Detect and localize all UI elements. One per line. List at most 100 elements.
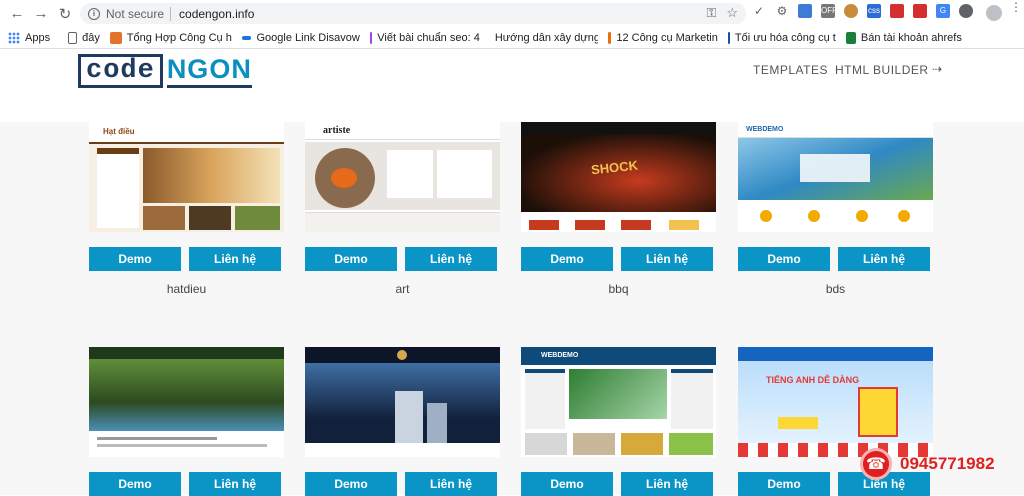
template-name: bbq — [608, 282, 629, 296]
forward-arrow-icon[interactable]: → — [30, 3, 52, 25]
template-card: Demo Liên hệ — [305, 347, 500, 496]
demo-button[interactable]: Demo — [738, 247, 830, 271]
demo-button[interactable]: Demo — [305, 472, 397, 496]
thumb-text-line — [97, 444, 267, 447]
thumb-header — [521, 122, 716, 134]
thumb-building — [427, 403, 447, 443]
thumb-icon — [808, 210, 820, 222]
bookmark-item[interactable]: Apps — [8, 31, 50, 44]
square-extension-icon[interactable] — [913, 4, 927, 18]
template-thumbnail[interactable]: WEBDEMO — [521, 347, 716, 457]
nav-templates[interactable]: TEMPLATES — [753, 63, 828, 77]
thumb-product — [235, 206, 280, 230]
address-bar[interactable]: i Not secure codengon.info ⚿ ☆ — [80, 3, 746, 24]
contact-button[interactable]: Liên hệ — [189, 472, 281, 496]
thumb-icon — [856, 210, 868, 222]
bookmark-item[interactable]: 12 Công cụ Marketin — [607, 31, 718, 44]
thumb-price — [621, 220, 651, 230]
thumb-icon — [760, 210, 772, 222]
bookmark-item[interactable]: Hướng dẫn xây dựng — [490, 32, 598, 44]
template-thumbnail[interactable] — [305, 347, 500, 457]
browser-chrome: ← → ↻ i Not secure codengon.info ⚿ ☆ ✓ ⚙… — [0, 0, 1024, 50]
bookmark-item[interactable]: Viết bài chuẩn seo: 4 — [369, 31, 480, 44]
profile-avatar-icon[interactable] — [986, 5, 1002, 21]
thumb-product — [669, 433, 713, 455]
bookmark-item[interactable]: Bán tài khoản ahrefs — [845, 31, 962, 44]
back-arrow-icon[interactable]: ← — [6, 3, 28, 25]
demo-button[interactable]: Demo — [738, 472, 830, 496]
info-icon[interactable]: i — [88, 7, 100, 20]
bookmark-item[interactable]: đây — [68, 31, 100, 44]
nav-html-builder[interactable]: HTML BUILDER — [835, 63, 929, 77]
thumb-logo-text: Hạt điều — [103, 127, 135, 136]
thumb-product — [143, 206, 185, 230]
template-thumbnail[interactable]: SHOCK — [521, 122, 716, 232]
template-thumbnail[interactable]: artiste — [305, 122, 500, 232]
thumb-logo-text: WEBDEMO — [541, 352, 579, 359]
bookmark-item[interactable]: Google Link Disavow — [241, 32, 360, 44]
bookmark-favicon-icon — [369, 31, 373, 44]
thumb-price — [575, 220, 605, 230]
bookmark-item[interactable]: Tổng Hợp Công Cụ h — [109, 31, 232, 44]
reload-icon[interactable]: ↻ — [54, 3, 76, 25]
thumb-banner — [143, 148, 280, 203]
thumb-book — [858, 387, 898, 437]
contact-button[interactable]: Liên hệ — [405, 247, 497, 271]
thumb-product — [525, 433, 567, 455]
key-icon[interactable]: ⚿ — [706, 5, 716, 21]
check-extension-icon[interactable]: ✓ — [752, 4, 766, 18]
browser-menu-icon[interactable]: ⋮ — [1010, 1, 1022, 13]
thumb-sidebar — [97, 148, 139, 228]
thumb-header — [89, 347, 284, 359]
bookmark-item[interactable]: Tối ưu hóa công cụ t — [727, 31, 836, 44]
login-icon[interactable]: ⇢ — [932, 62, 944, 76]
thumb-banner — [89, 359, 284, 431]
thumb-icon — [898, 210, 910, 222]
thumb-text-line — [97, 437, 217, 440]
demo-button[interactable]: Demo — [89, 472, 181, 496]
phone-icon[interactable]: ☎ — [860, 448, 892, 480]
page-icon — [68, 31, 78, 44]
demo-button[interactable]: Demo — [521, 247, 613, 271]
demo-button[interactable]: Demo — [305, 247, 397, 271]
contact-button[interactable]: Liên hệ — [838, 247, 930, 271]
template-name: hatdieu — [166, 282, 207, 296]
thumb-sidebar-right — [671, 369, 713, 429]
hotline-number[interactable]: 0945771982 — [900, 454, 995, 474]
bookmark-star-icon[interactable]: ☆ — [726, 5, 738, 21]
demo-button[interactable]: Demo — [89, 247, 181, 271]
thumb-text-block — [387, 150, 433, 198]
css-extension-icon[interactable]: css — [867, 4, 881, 18]
header-spacer — [0, 89, 1024, 122]
template-thumbnail[interactable] — [89, 347, 284, 457]
thumb-logo-text: artiste — [323, 125, 351, 136]
badge-extension-icon[interactable] — [959, 4, 973, 18]
gear-extension-icon[interactable]: ⚙ — [775, 4, 789, 18]
site-logo[interactable]: code NGON — [78, 52, 252, 88]
contact-button[interactable]: Liên hệ — [405, 472, 497, 496]
contact-button[interactable]: Liên hệ — [621, 247, 713, 271]
bookmarks-bar: Apps đây Tổng Hợp Công Cụ h Google Link … — [0, 27, 1024, 49]
thumb-banner — [738, 361, 933, 443]
thumb-sidebar — [525, 369, 565, 429]
flag-extension-icon[interactable] — [890, 4, 904, 18]
bookmark-favicon-icon — [241, 35, 252, 40]
template-card: WEBDEMO Demo Liên hệ bds — [738, 122, 933, 302]
thumb-text-block — [437, 150, 492, 198]
translate-extension-icon[interactable]: G — [936, 4, 950, 18]
thumb-banner — [569, 369, 667, 419]
contact-button[interactable]: Liên hệ — [189, 247, 281, 271]
hotline-widget[interactable]: ☎ 0945771982 — [860, 447, 1010, 481]
template-thumbnail[interactable]: Hạt điều — [89, 122, 284, 232]
template-thumbnail[interactable]: TIẾNG ANH DỄ DÀNG — [738, 347, 933, 457]
template-thumbnail[interactable]: WEBDEMO — [738, 122, 933, 232]
thumb-logo — [397, 350, 407, 360]
off-extension-icon[interactable]: OFF — [821, 4, 837, 18]
template-card: Demo Liên hệ — [89, 347, 284, 496]
demo-button[interactable]: Demo — [521, 472, 613, 496]
link-extension-icon[interactable] — [798, 4, 812, 18]
contact-button[interactable]: Liên hệ — [621, 472, 713, 496]
cookie-extension-icon[interactable] — [844, 4, 858, 18]
url-text[interactable]: codengon.info — [179, 7, 254, 21]
thumb-footer — [305, 443, 500, 457]
